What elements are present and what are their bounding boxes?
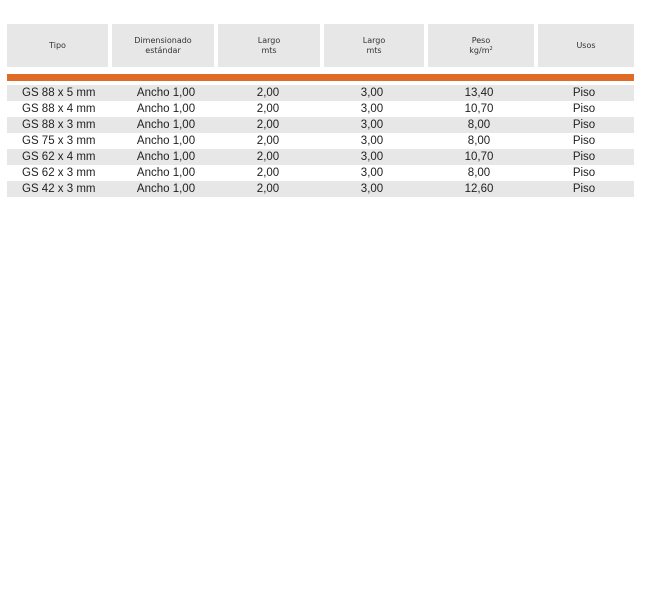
cell-peso: 12,60 — [464, 183, 494, 195]
header-peso-line-1: Peso — [471, 35, 491, 45]
header-largo-2: Largo mts — [324, 24, 424, 67]
cell-largo-1: 2,00 — [256, 167, 280, 179]
header-peso-line-2: kg/m2 — [469, 46, 492, 56]
header-dimensionado-line-1: Dimensionado — [134, 35, 192, 45]
cell-dimensionado: Ancho 1,00 — [136, 103, 196, 115]
table-header: Tipo Dimensionado estándar Largo mts Lar… — [7, 24, 634, 67]
cell-usos: Piso — [572, 151, 596, 163]
table-row: GS 75 x 3 mm Ancho 1,00 2,00 3,00 8,00 P… — [7, 133, 634, 149]
cell-largo-2: 3,00 — [360, 103, 384, 115]
cell-dimensionado: Ancho 1,00 — [136, 87, 196, 99]
cell-usos: Piso — [572, 87, 596, 99]
cell-largo-2: 3,00 — [360, 135, 384, 147]
cell-dimensionado: Ancho 1,00 — [136, 135, 196, 147]
cell-peso: 10,70 — [464, 151, 494, 163]
cell-peso: 8,00 — [467, 119, 491, 131]
cell-dimensionado: Ancho 1,00 — [136, 183, 196, 195]
header-largo-1-line-2: mts — [261, 45, 277, 55]
table-row: GS 42 x 3 mm Ancho 1,00 2,00 3,00 12,60 … — [7, 181, 634, 197]
cell-largo-1: 2,00 — [256, 151, 280, 163]
cell-largo-1: 2,00 — [256, 183, 280, 195]
table-row: GS 88 x 4 mm Ancho 1,00 2,00 3,00 10,70 … — [7, 101, 634, 117]
table-row: GS 62 x 3 mm Ancho 1,00 2,00 3,00 8,00 P… — [7, 165, 634, 181]
cell-largo-1: 2,00 — [256, 103, 280, 115]
cell-usos: Piso — [572, 135, 596, 147]
cell-largo-2: 3,00 — [360, 151, 384, 163]
header-largo-1: Largo mts — [218, 24, 320, 67]
cell-tipo: GS 62 x 3 mm — [22, 167, 96, 179]
cell-peso: 13,40 — [464, 87, 494, 99]
header-largo-2-line-1: Largo — [362, 35, 386, 45]
cell-tipo: GS 88 x 4 mm — [22, 103, 96, 115]
cell-usos: Piso — [572, 103, 596, 115]
header-tipo-line-1: Tipo — [49, 40, 66, 50]
cell-peso: 10,70 — [464, 103, 494, 115]
cell-tipo: GS 88 x 3 mm — [22, 119, 96, 131]
cell-peso: 8,00 — [467, 167, 491, 179]
cell-usos: Piso — [572, 119, 596, 131]
table-row: GS 88 x 3 mm Ancho 1,00 2,00 3,00 8,00 P… — [7, 117, 634, 133]
cell-largo-2: 3,00 — [360, 87, 384, 99]
table-row: GS 88 x 5 mm Ancho 1,00 2,00 3,00 13,40 … — [7, 85, 634, 101]
cell-largo-2: 3,00 — [360, 119, 384, 131]
cell-largo-1: 2,00 — [256, 87, 280, 99]
header-usos: Usos — [538, 24, 634, 67]
cell-largo-1: 2,00 — [256, 119, 280, 131]
cell-peso: 8,00 — [467, 135, 491, 147]
accent-divider — [7, 74, 634, 81]
cell-dimensionado: Ancho 1,00 — [136, 151, 196, 163]
cell-largo-2: 3,00 — [360, 183, 384, 195]
cell-usos: Piso — [572, 183, 596, 195]
cell-dimensionado: Ancho 1,00 — [136, 119, 196, 131]
header-peso-unit: kg/m — [469, 45, 490, 55]
cell-dimensionado: Ancho 1,00 — [136, 167, 196, 179]
spec-table: Tipo Dimensionado estándar Largo mts Lar… — [7, 24, 634, 197]
cell-tipo: GS 88 x 5 mm — [22, 87, 96, 99]
header-tipo: Tipo — [7, 24, 108, 67]
header-dimensionado: Dimensionado estándar — [112, 24, 214, 67]
cell-largo-2: 3,00 — [360, 167, 384, 179]
header-usos-line-1: Usos — [576, 40, 596, 50]
cell-tipo: GS 42 x 3 mm — [22, 183, 96, 195]
header-largo-2-line-2: mts — [366, 45, 382, 55]
cell-tipo: GS 75 x 3 mm — [22, 135, 96, 147]
header-peso: Peso kg/m2 — [428, 24, 534, 67]
cell-usos: Piso — [572, 167, 596, 179]
table-body: GS 88 x 5 mm Ancho 1,00 2,00 3,00 13,40 … — [7, 85, 634, 197]
header-peso-superscript: 2 — [489, 45, 493, 52]
header-largo-1-line-1: Largo — [257, 35, 281, 45]
header-dimensionado-line-2: estándar — [145, 45, 181, 55]
cell-largo-1: 2,00 — [256, 135, 280, 147]
cell-tipo: GS 62 x 4 mm — [22, 151, 96, 163]
table-row: GS 62 x 4 mm Ancho 1,00 2,00 3,00 10,70 … — [7, 149, 634, 165]
